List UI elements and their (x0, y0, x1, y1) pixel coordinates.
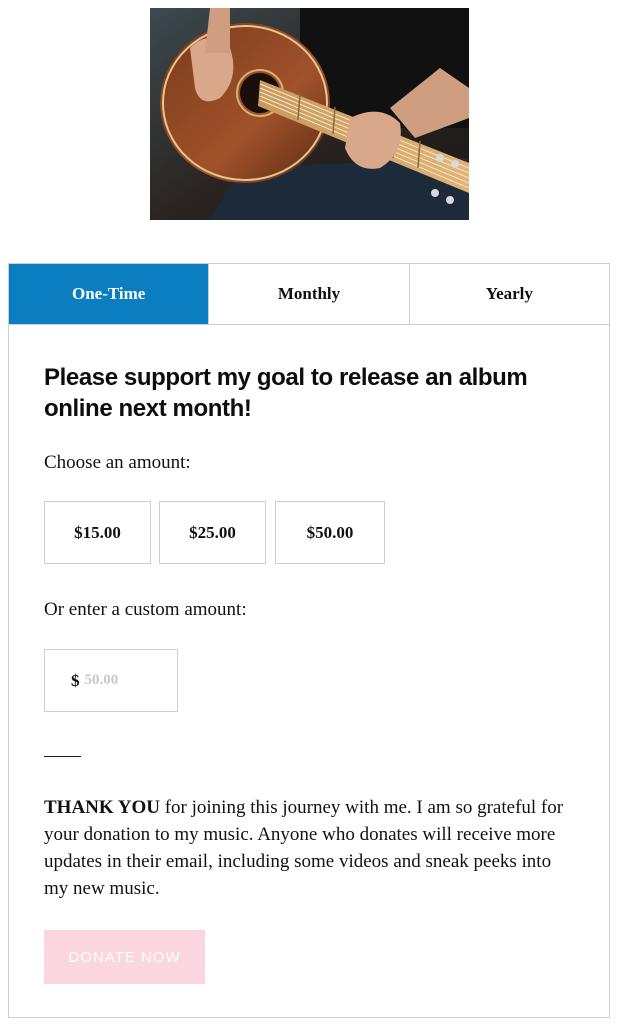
custom-amount-field[interactable]: $ (44, 649, 178, 712)
hero-guitar-photo (150, 8, 469, 220)
choose-amount-label: Choose an amount: (44, 452, 191, 473)
custom-amount-label: Or enter a custom amount: (44, 599, 247, 620)
amount-button-25[interactable]: $25.00 (159, 501, 266, 564)
donation-form: One-Time Monthly Yearly Please support m… (8, 263, 610, 1018)
currency-symbol: $ (71, 670, 80, 690)
donate-now-button[interactable]: DONATE NOW (44, 930, 205, 984)
tab-yearly[interactable]: Yearly (409, 264, 609, 324)
thank-you-message: THANK YOU for joining this journey with … (44, 794, 579, 902)
form-headline: Please support my goal to release an alb… (44, 364, 528, 422)
custom-amount-input[interactable] (84, 672, 155, 689)
thank-you-heading: THANK YOU (44, 797, 160, 818)
frequency-tabs: One-Time Monthly Yearly (9, 264, 609, 325)
amount-button-15[interactable]: $15.00 (44, 501, 151, 564)
tab-monthly[interactable]: Monthly (209, 264, 410, 324)
tab-one-time[interactable]: One-Time (9, 264, 210, 324)
amount-button-50[interactable]: $50.00 (275, 501, 385, 564)
divider (44, 756, 81, 757)
guitar-photo-icon (150, 8, 469, 220)
